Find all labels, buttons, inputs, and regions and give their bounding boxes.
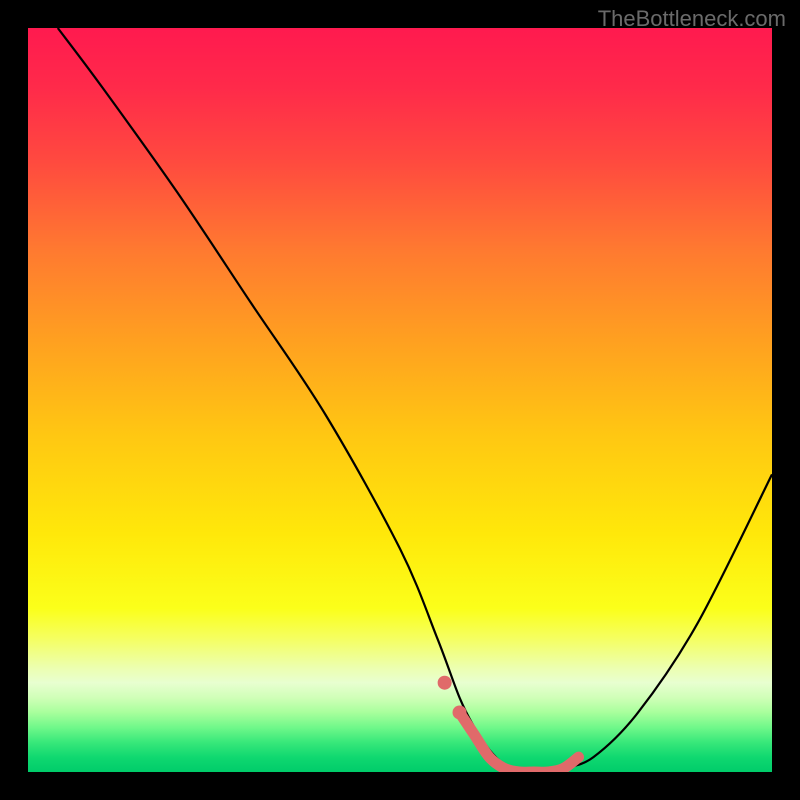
chart-plot-area bbox=[28, 28, 772, 772]
bottleneck-curve-line bbox=[58, 28, 772, 772]
valley-highlight bbox=[438, 676, 579, 772]
watermark-text: TheBottleneck.com bbox=[598, 6, 786, 32]
chart-svg bbox=[28, 28, 772, 772]
